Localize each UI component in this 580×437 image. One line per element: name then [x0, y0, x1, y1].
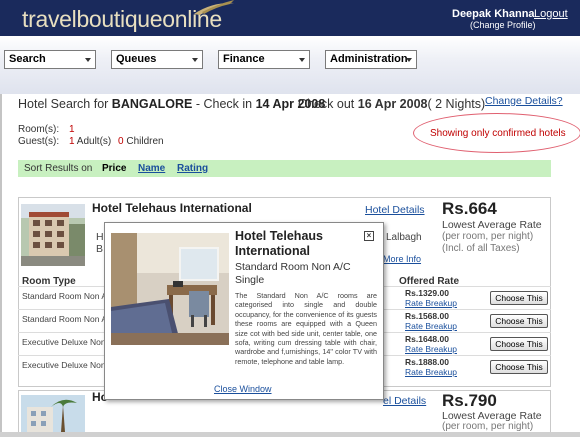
logout-link[interactable]: Logout: [534, 8, 568, 20]
room-price: Rs.1888.00: [405, 357, 449, 367]
room-price: Rs.1568.00: [405, 311, 449, 321]
hotel-thumbnail[interactable]: [21, 204, 85, 266]
adults-suffix: Adult(s): [74, 136, 112, 147]
checkout-date: 16 Apr 2008: [357, 97, 428, 111]
choose-room-button[interactable]: Choose This: [490, 291, 548, 305]
top-header: travelboutiqueonline Deepak Khanna Logou…: [0, 0, 580, 36]
address-fragment-b: B: [96, 243, 104, 255]
user-name: Deepak Khanna: [452, 8, 535, 20]
rate-breakup-link[interactable]: Rate Breakup: [405, 367, 457, 377]
finance-menu-select[interactable]: Finance: [218, 50, 310, 69]
finance-menu-label: Finance: [223, 53, 265, 65]
room-type-name: Executive Deluxe Non .: [22, 360, 111, 370]
rooms-value: 1: [69, 124, 75, 135]
per-room-note: (per room, per night): [442, 231, 534, 242]
guests-line: Guest(s): 1 Adult(s) 0 Children: [18, 136, 218, 147]
sort-by-price[interactable]: Price: [102, 160, 126, 177]
room-type-name: Executive Deluxe Non .: [22, 337, 111, 347]
taxes-note: (Incl. of all Taxes): [442, 243, 520, 254]
room-type-name: Standard Room Non A: [22, 291, 108, 301]
per-room-note: (per room, per night): [442, 421, 534, 432]
sort-by-rating[interactable]: Rating: [177, 160, 208, 177]
rooms-line: Room(s): 1: [18, 124, 75, 135]
rate-breakup-link[interactable]: Rate Breakup: [405, 298, 457, 308]
administration-menu-select[interactable]: Administration: [325, 50, 417, 69]
sort-bar: Sort Results on Price Name Rating: [18, 160, 551, 177]
nights-count: ( 2 Nights): [427, 97, 486, 111]
more-info-link[interactable]: More Info: [383, 254, 421, 264]
logo-text-primary: travelboutique: [22, 6, 163, 32]
hotel-name[interactable]: Hotel Telehaus International: [92, 201, 252, 215]
hotel-address-fragment: Lalbagh: [386, 232, 422, 243]
sort-label: Sort Results on: [24, 163, 93, 174]
room-price: Rs.1329.00: [405, 288, 449, 298]
popup-room-description: The Standard Non A/C rooms are categoris…: [235, 291, 377, 366]
hotel-details-link[interactable]: el Details: [383, 395, 426, 407]
hotel-thumbnail[interactable]: [21, 395, 85, 432]
confirmed-hotels-note: Showing only confirmed hotels: [430, 128, 566, 139]
popup-hotel-name: Hotel Telehaus International: [235, 229, 323, 258]
chevron-down-icon: [299, 58, 305, 62]
queues-menu-label: Queues: [116, 53, 157, 65]
window-frame-bottom: [0, 432, 580, 437]
sort-by-name[interactable]: Name: [138, 160, 165, 177]
search-city: BANGALORE: [111, 97, 193, 111]
chevron-down-icon: [85, 58, 91, 62]
room-type-name: Standard Room Non A: [22, 314, 108, 324]
rate-breakup-link[interactable]: Rate Breakup: [405, 344, 457, 354]
close-icon[interactable]: ×: [364, 231, 374, 241]
chevron-down-icon: [406, 58, 412, 62]
rooms-label: Room(s):: [18, 124, 60, 135]
guests-label: Guest(s):: [18, 136, 60, 147]
lowest-price: Rs.790: [442, 391, 497, 410]
search-prefix: Hotel Search for: [18, 97, 112, 111]
room-photo-image: [111, 233, 229, 345]
hotel-photo-image: [21, 204, 85, 266]
rate-breakup-link[interactable]: Rate Breakup: [405, 321, 457, 331]
room-photo: [111, 233, 229, 345]
lowest-rate-label: Lowest Average Rate: [442, 219, 542, 231]
address-fragment-h: H: [96, 231, 104, 243]
change-details-link[interactable]: Change Details?: [485, 95, 563, 107]
administration-menu-label: Administration: [330, 53, 408, 65]
hotel-photo-image: [21, 395, 85, 432]
choose-room-button[interactable]: Choose This: [490, 360, 548, 374]
search-menu-select[interactable]: Search: [4, 50, 96, 69]
close-window-link[interactable]: Close Window: [214, 384, 272, 394]
children-suffix: Children: [123, 136, 164, 147]
room-price: Rs.1648.00: [405, 334, 449, 344]
logo-swoosh-icon: [194, 0, 234, 15]
choose-room-button[interactable]: Choose This: [490, 314, 548, 328]
hotel-details-link[interactable]: Hotel Details: [365, 204, 425, 216]
checkin-prefix: - Check in: [192, 97, 256, 111]
chevron-down-icon: [192, 58, 198, 62]
search-menu-label: Search: [9, 53, 46, 65]
choose-room-button[interactable]: Choose This: [490, 337, 548, 351]
queues-menu-select[interactable]: Queues: [111, 50, 203, 69]
lowest-price: Rs.664: [442, 199, 497, 218]
change-profile-link[interactable]: (Change Profile): [470, 20, 536, 30]
checkout-prefix: Check out: [298, 97, 358, 111]
popup-room-type: Standard Room Non A/C Single: [235, 261, 351, 286]
checkout-summary: Check out 16 Apr 2008( 2 Nights): [298, 97, 485, 111]
room-details-popup: Hotel Telehaus International Standard Ro…: [104, 222, 384, 400]
search-summary: Hotel Search for BANGALORE - Check in 14…: [18, 97, 325, 111]
